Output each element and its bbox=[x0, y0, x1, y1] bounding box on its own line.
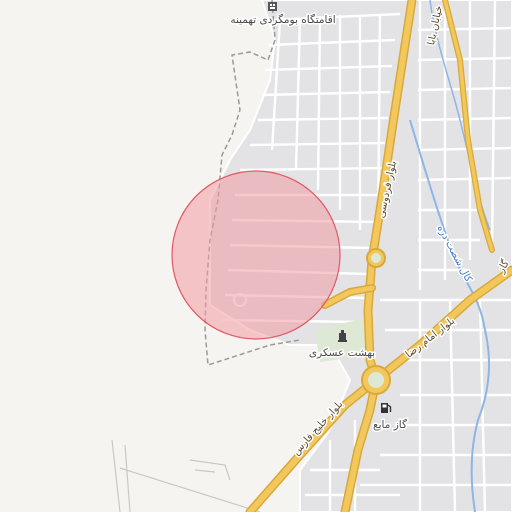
roundabout-south-island bbox=[368, 372, 384, 388]
map-canvas[interactable]: اقامتگاه بومگردی تهمینه بهشت عسکری گاز م… bbox=[0, 0, 512, 512]
gas-label[interactable]: گاز مایع bbox=[372, 417, 409, 433]
roundabout-north-island bbox=[371, 253, 381, 263]
map-view[interactable]: اقامتگاه بومگردی تهمینه بهشت عسکری گاز م… bbox=[0, 0, 512, 512]
highlight-circle[interactable] bbox=[171, 170, 341, 340]
cemetery-label[interactable]: بهشت عسکری bbox=[307, 346, 376, 361]
hotel-icon[interactable] bbox=[268, 2, 277, 11]
hotel-label[interactable]: اقامتگاه بومگردی تهمینه bbox=[229, 12, 337, 28]
